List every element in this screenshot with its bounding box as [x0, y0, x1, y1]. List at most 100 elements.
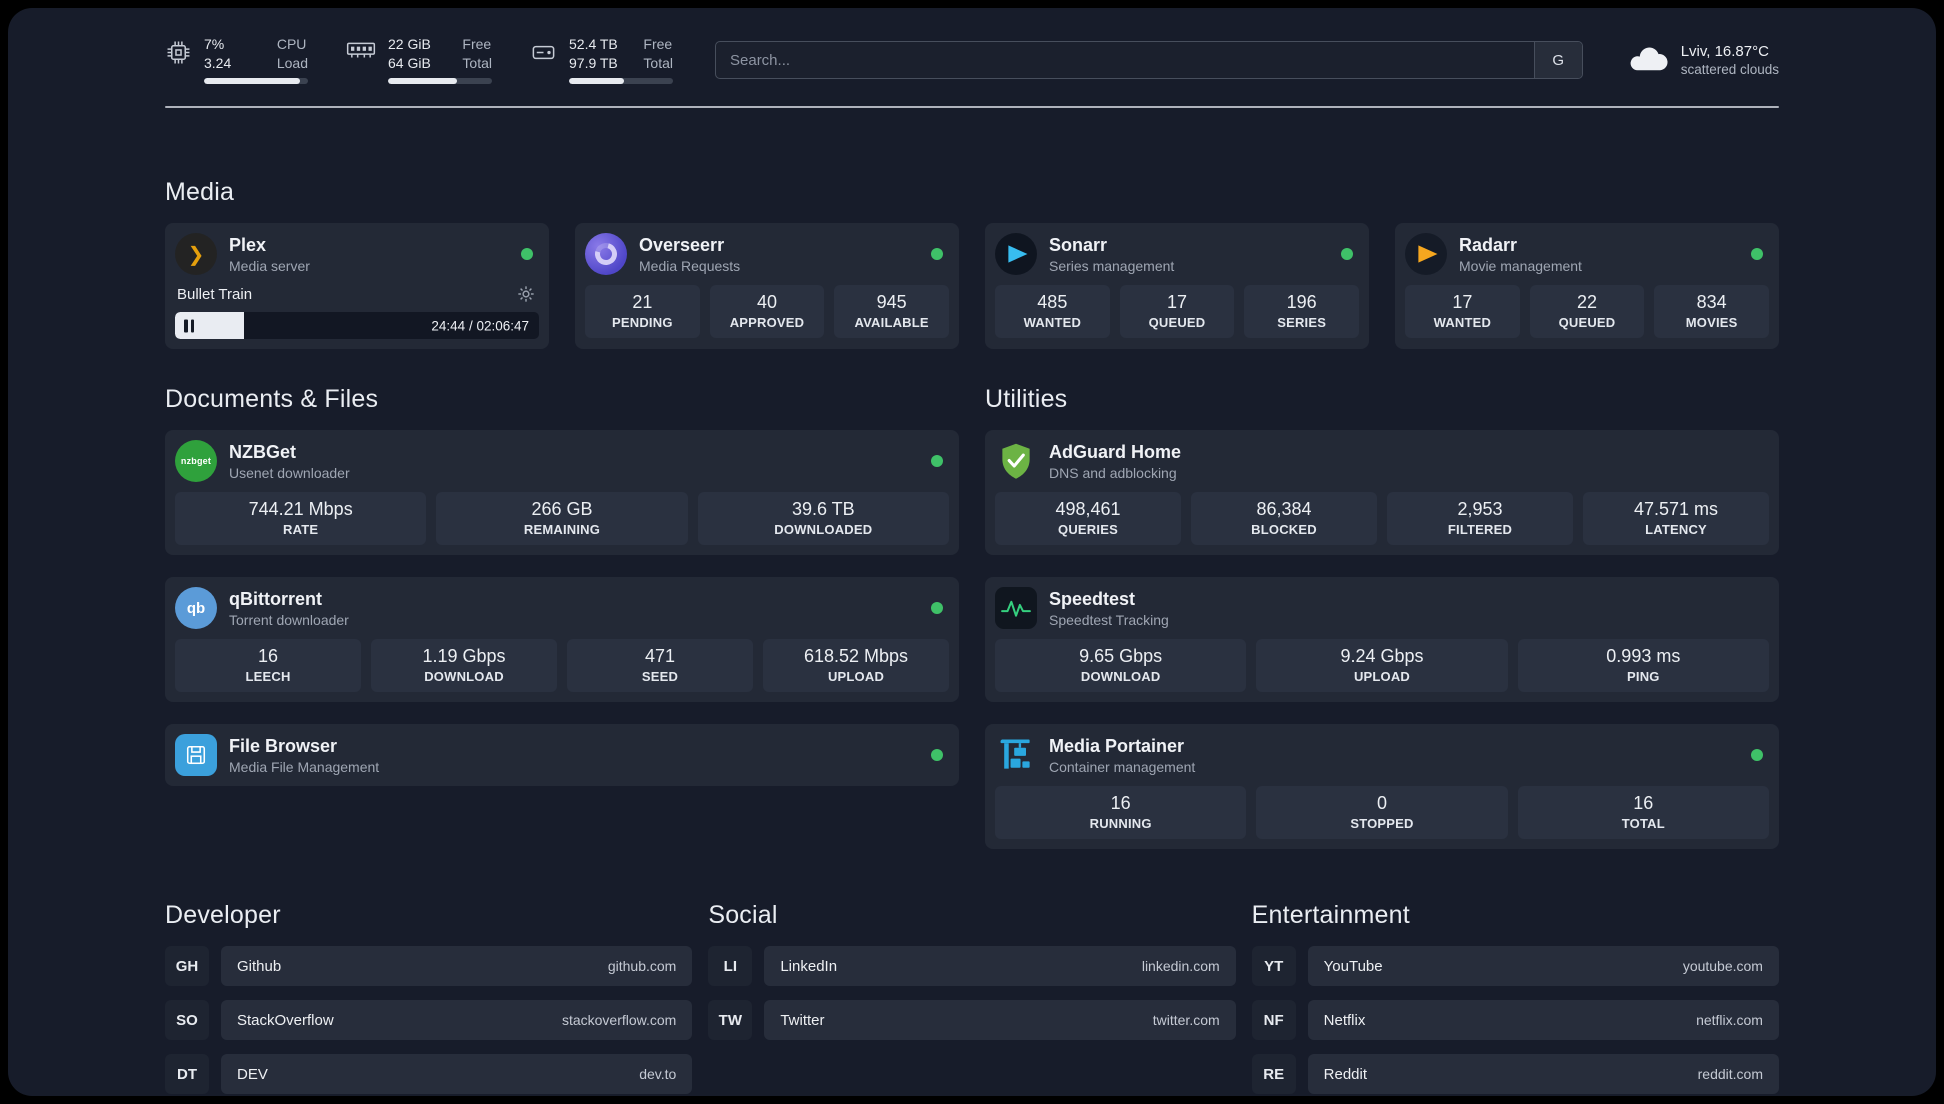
stat-tile: 498,461 QUERIES — [995, 492, 1181, 545]
app-name: qBittorrent — [229, 588, 322, 609]
app-card-radarr[interactable]: Radarr Movie management 17 WANTED 22 QUE… — [1395, 223, 1779, 349]
bookmark-netflix[interactable]: NF Netflix netflix.com — [1251, 1000, 1779, 1040]
stat-value: 2,953 — [1457, 499, 1503, 519]
ram-free-value: 22 GiB — [388, 36, 431, 52]
stat-label: PENDING — [612, 315, 673, 330]
stat-label: LATENCY — [1645, 522, 1707, 537]
now-playing-title: Bullet Train — [177, 285, 253, 303]
bookmark-stackoverflow[interactable]: SO StackOverflow stackoverflow.com — [165, 1000, 693, 1040]
weather-location: Lviv, 16.87°C — [1680, 43, 1769, 60]
bookmark-name: StackOverflow — [237, 1011, 334, 1029]
app-card-filebrowser[interactable]: File Browser Media File Management — [165, 724, 959, 786]
stat-label: STOPPED — [1350, 816, 1414, 831]
stat-tile: 0 STOPPED — [1256, 786, 1508, 839]
section-title-developer: Developer — [165, 901, 281, 929]
stat-label: REMAINING — [523, 522, 601, 537]
stat-label: WANTED — [1433, 315, 1492, 330]
cpu-chip-icon — [165, 39, 192, 71]
app-desc: Container management — [1049, 758, 1196, 775]
app-card-sonarr[interactable]: Sonarr Series management 485 WANTED 17 Q… — [985, 223, 1369, 349]
stat-tile: 40 APPROVED — [709, 285, 825, 338]
section-title-entertainment: Entertainment — [1251, 901, 1410, 929]
app-desc: Speedtest Tracking — [1049, 611, 1169, 628]
stat-value: 16 — [1633, 793, 1654, 813]
stat-tile: 17 QUEUED — [1119, 285, 1235, 338]
bookmark-youtube[interactable]: YT YouTube youtube.com — [1251, 946, 1779, 986]
bookmark-github[interactable]: GH Github github.com — [165, 946, 693, 986]
app-card-portainer[interactable]: Media Portainer Container management 16 … — [985, 724, 1779, 849]
app-card-qbittorrent[interactable]: qb qBittorrent Torrent downloader 16 LEE… — [165, 577, 959, 702]
stat-tile: 9.65 Gbps DOWNLOAD — [995, 639, 1247, 692]
stackoverflow-monogram-icon: SO — [165, 1000, 209, 1040]
app-desc: Usenet downloader — [229, 464, 350, 481]
stat-value: 16 — [1110, 793, 1131, 813]
section-title-social: Social — [708, 901, 778, 929]
stat-label: TOTAL — [1621, 816, 1665, 831]
stat-tile: 39.6 TB DOWNLOADED — [697, 492, 949, 545]
weather-condition: scattered clouds — [1680, 62, 1779, 77]
stat-label: SEED — [641, 669, 679, 684]
search-input[interactable] — [716, 42, 1534, 78]
ram-usage-bar — [388, 78, 492, 84]
stat-value: 618.52 Mbps — [803, 646, 909, 666]
stat-tile: 2,953 FILTERED — [1387, 492, 1573, 545]
app-desc: Media File Management — [229, 758, 380, 775]
app-name: File Browser — [229, 735, 338, 756]
radarr-icon — [1405, 233, 1447, 275]
bookmark-url: dev.to — [639, 1066, 677, 1082]
stat-value: 485 — [1037, 292, 1068, 312]
cpu-usage-value: 7% — [204, 36, 225, 52]
app-name: Overseerr — [639, 234, 725, 255]
stat-tile: 834 MOVIES — [1654, 285, 1769, 338]
twitter-monogram-icon: TW — [708, 1000, 753, 1040]
app-card-plex[interactable]: ❯ Plex Media server Bullet Train 24:44 /… — [165, 223, 549, 349]
stat-value: 0.993 ms — [1606, 646, 1681, 666]
stat-tile: 266 GB REMAINING — [436, 492, 688, 545]
netflix-monogram-icon: NF — [1251, 1000, 1296, 1040]
search-engine-button[interactable]: G — [1533, 42, 1582, 78]
cpu-label-top: CPU — [276, 36, 307, 52]
youtube-monogram-icon: YT — [1251, 946, 1296, 986]
stat-value: 0 — [1376, 793, 1387, 813]
bookmark-dev[interactable]: DT DEV dev.to — [165, 1054, 693, 1094]
disk-metric: 52.4 TB Free 97.9 TB Total — [530, 36, 673, 84]
disk-total-value: 97.9 TB — [569, 55, 618, 71]
stat-tile: 17 WANTED — [1405, 285, 1520, 338]
dev-monogram-icon: DT — [165, 1054, 209, 1094]
app-name: AdGuard Home — [1049, 441, 1182, 462]
utilities-column: Utilities AdGuard Home DNS and adblockin… — [985, 385, 1779, 849]
cpu-label-bottom: Load — [276, 55, 308, 71]
stat-label: FILTERED — [1447, 522, 1513, 537]
section-title-media: Media — [165, 178, 235, 206]
system-metrics: 7% CPU 3.24 Load 22 GiB Free 64 GiB Tota… — [165, 36, 673, 84]
bookmark-name: LinkedIn — [780, 957, 838, 975]
player-settings-gear-icon[interactable] — [515, 283, 537, 305]
app-desc: Series management — [1049, 257, 1175, 274]
topbar: 7% CPU 3.24 Load 22 GiB Free 64 GiB Tota… — [165, 36, 1779, 84]
app-card-overseerr[interactable]: Overseerr Media Requests 21 PENDING 40 A… — [575, 223, 959, 349]
bookmark-name: DEV — [237, 1065, 268, 1083]
stat-value: 498,461 — [1055, 499, 1121, 519]
bookmark-linkedin[interactable]: LI LinkedIn linkedin.com — [708, 946, 1236, 986]
stat-tile: 485 WANTED — [995, 285, 1110, 338]
stat-label: SERIES — [1277, 315, 1327, 330]
plex-now-playing: Bullet Train 24:44 / 02:06:47 — [175, 283, 539, 339]
stat-value: 40 — [756, 292, 777, 312]
memory-icon — [346, 39, 376, 66]
pause-icon[interactable] — [184, 319, 194, 332]
stat-value: 22 — [1576, 292, 1597, 312]
stat-tile: 744.21 Mbps RATE — [175, 492, 427, 545]
stat-tile: 196 SERIES — [1244, 285, 1359, 338]
stat-label: MOVIES — [1685, 315, 1738, 330]
weather-widget[interactable]: Lviv, 16.87°C scattered clouds — [1627, 43, 1779, 77]
bookmark-reddit[interactable]: RE Reddit reddit.com — [1251, 1054, 1779, 1094]
app-desc: Media server — [229, 257, 310, 274]
app-card-adguard[interactable]: AdGuard Home DNS and adblocking 498,461 … — [985, 430, 1779, 555]
playback-progress-bar[interactable]: 24:44 / 02:06:47 — [175, 312, 539, 339]
filebrowser-icon — [175, 734, 217, 776]
app-card-nzbget[interactable]: nzbget NZBGet Usenet downloader 744.21 M… — [165, 430, 959, 555]
online-status-dot — [931, 749, 943, 761]
app-card-speedtest[interactable]: Speedtest Speedtest Tracking 9.65 Gbps D… — [985, 577, 1779, 702]
bookmark-twitter[interactable]: TW Twitter twitter.com — [708, 1000, 1236, 1040]
stat-tile: 0.993 ms PING — [1517, 639, 1769, 692]
